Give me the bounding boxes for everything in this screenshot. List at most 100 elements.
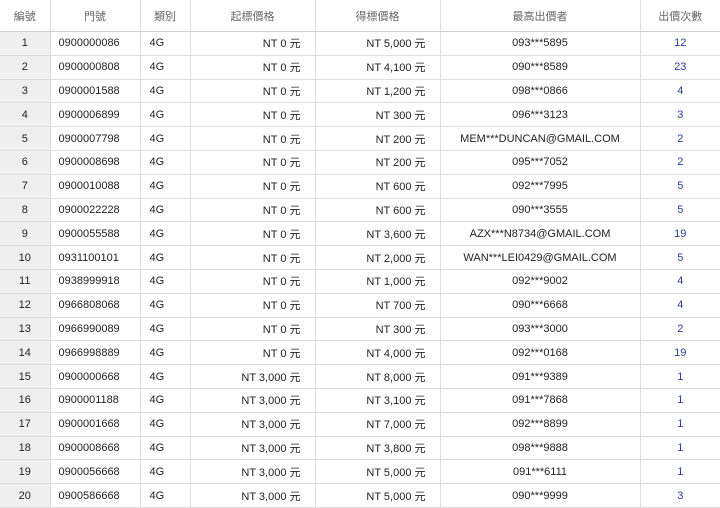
- cell-phone-number: 0966998889: [50, 340, 141, 366]
- header-no: 編號: [0, 0, 51, 32]
- cell-bid-count: 23: [640, 55, 720, 80]
- cell-start-price: NT 3,000 元: [190, 364, 316, 389]
- table-row: 6 0900008698 4G NT 0 元 NT 200 元 095***7052 2: [0, 150, 720, 175]
- cell-final-price: NT 600 元: [315, 198, 441, 223]
- cell-no: 11: [0, 269, 51, 294]
- cell-bid-count: 5: [640, 245, 720, 270]
- cell-bid-count: 4: [640, 79, 720, 104]
- header-top-bidder: 最高出價者: [440, 0, 641, 32]
- cell-phone-number: 0900006899: [50, 102, 141, 128]
- cell-no: 6: [0, 150, 51, 175]
- cell-start-price: NT 3,000 元: [190, 388, 316, 413]
- cell-no: 13: [0, 317, 51, 342]
- cell-phone-number: 0900001188: [50, 388, 141, 413]
- cell-start-price: NT 0 元: [190, 126, 316, 151]
- cell-final-price: NT 300 元: [315, 102, 441, 128]
- table-row: 8 0900022228 4G NT 0 元 NT 600 元 090***3555 5: [0, 198, 720, 223]
- cell-bid-count: 2: [640, 150, 720, 175]
- cell-phone-number: 0900000086: [50, 31, 141, 56]
- cell-type: 4G: [140, 31, 191, 56]
- cell-top-bidder: 096***3123: [440, 102, 641, 128]
- cell-no: 1: [0, 31, 51, 56]
- cell-bid-count: 3: [640, 102, 720, 128]
- cell-bid-count: 4: [640, 293, 720, 318]
- cell-type: 4G: [140, 293, 191, 318]
- cell-type: 4G: [140, 126, 191, 151]
- header-type: 類別: [140, 0, 191, 32]
- cell-phone-number: 0900008698: [50, 150, 141, 175]
- cell-no: 19: [0, 459, 51, 485]
- cell-type: 4G: [140, 55, 191, 80]
- cell-bid-count: 1: [640, 364, 720, 389]
- cell-final-price: NT 5,000 元: [315, 459, 441, 485]
- cell-top-bidder: 095***7052: [440, 150, 641, 175]
- header-final-price: 得標價格: [315, 0, 441, 32]
- cell-final-price: NT 4,000 元: [315, 340, 441, 366]
- cell-phone-number: 0900000808: [50, 55, 141, 80]
- cell-top-bidder: 090***3555: [440, 198, 641, 223]
- table-row: 5 0900007798 4G NT 0 元 NT 200 元 MEM***DUNCAN@…: [0, 126, 720, 151]
- table-row: 10 0931100101 4G NT 0 元 NT 2,000 元 WAN***LEI0…: [0, 245, 720, 270]
- cell-final-price: NT 7,000 元: [315, 412, 441, 437]
- cell-start-price: NT 0 元: [190, 245, 316, 270]
- cell-bid-count: 2: [640, 317, 720, 342]
- cell-no: 16: [0, 388, 51, 413]
- table-row: 3 0900001588 4G NT 0 元 NT 1,200 元 098***0866 4: [0, 79, 720, 104]
- cell-bid-count: 5: [640, 174, 720, 199]
- cell-bid-count: 19: [640, 221, 720, 247]
- cell-start-price: NT 0 元: [190, 102, 316, 128]
- cell-top-bidder: 098***0866: [440, 79, 641, 104]
- cell-bid-count: 1: [640, 459, 720, 485]
- cell-no: 3: [0, 79, 51, 104]
- cell-phone-number: 0900056668: [50, 459, 141, 485]
- header-bid-count: 出價次數: [640, 0, 720, 32]
- cell-phone-number: 0966808068: [50, 293, 141, 318]
- table-row: 9 0900055588 4G NT 0 元 NT 3,600 元 AZX***N8734…: [0, 221, 720, 247]
- cell-type: 4G: [140, 317, 191, 342]
- table-row: 2 0900000808 4G NT 0 元 NT 4,100 元 090***8589 2…: [0, 55, 720, 80]
- cell-top-bidder: 091***6111: [440, 459, 641, 485]
- cell-type: 4G: [140, 102, 191, 128]
- cell-phone-number: 0966990089: [50, 317, 141, 342]
- cell-phone-number: 0900008668: [50, 436, 141, 461]
- cell-bid-count: 1: [640, 412, 720, 437]
- cell-bid-count: 19: [640, 340, 720, 366]
- cell-phone-number: 0938999918: [50, 269, 141, 294]
- cell-type: 4G: [140, 198, 191, 223]
- cell-type: 4G: [140, 436, 191, 461]
- cell-top-bidder: 093***5895: [440, 31, 641, 56]
- cell-final-price: NT 4,100 元: [315, 55, 441, 80]
- cell-top-bidder: 092***0168: [440, 340, 641, 366]
- cell-final-price: NT 3,600 元: [315, 221, 441, 247]
- cell-no: 18: [0, 436, 51, 461]
- table-row: 18 0900008668 4G NT 3,000 元 NT 3,800 元 098***…: [0, 436, 720, 461]
- table-header-row: 編號 門號 類別 起標價格 得標價格 最高出價者 出價次數: [0, 0, 720, 32]
- cell-no: 9: [0, 221, 51, 247]
- cell-final-price: NT 2,000 元: [315, 245, 441, 270]
- table-row: 19 0900056668 4G NT 3,000 元 NT 5,000 元 091***…: [0, 459, 720, 485]
- cell-phone-number: 0931100101: [50, 245, 141, 270]
- cell-final-price: NT 5,000 元: [315, 31, 441, 56]
- cell-phone-number: 0900001588: [50, 79, 141, 104]
- cell-start-price: NT 0 元: [190, 150, 316, 175]
- cell-type: 4G: [140, 340, 191, 366]
- cell-type: 4G: [140, 364, 191, 389]
- cell-top-bidder: 090***8589: [440, 55, 641, 80]
- cell-start-price: NT 0 元: [190, 198, 316, 223]
- cell-final-price: NT 8,000 元: [315, 364, 441, 389]
- cell-top-bidder: 091***7868: [440, 388, 641, 413]
- cell-top-bidder: WAN***LEI0429@GMAIL.COM: [440, 245, 641, 270]
- cell-no: 4: [0, 102, 51, 128]
- cell-start-price: NT 0 元: [190, 174, 316, 199]
- cell-phone-number: 0900000668: [50, 364, 141, 389]
- cell-top-bidder: 092***8899: [440, 412, 641, 437]
- cell-top-bidder: AZX***N8734@GMAIL.COM: [440, 221, 641, 247]
- cell-no: 12: [0, 293, 51, 318]
- header-phone-number: 門號: [50, 0, 141, 32]
- cell-start-price: NT 0 元: [190, 293, 316, 318]
- cell-phone-number: 0900055588: [50, 221, 141, 247]
- cell-no: 8: [0, 198, 51, 223]
- table-row: 1 0900000086 4G NT 0 元 NT 5,000 元 093***5895 1…: [0, 31, 720, 56]
- cell-final-price: NT 200 元: [315, 150, 441, 175]
- cell-final-price: NT 700 元: [315, 293, 441, 318]
